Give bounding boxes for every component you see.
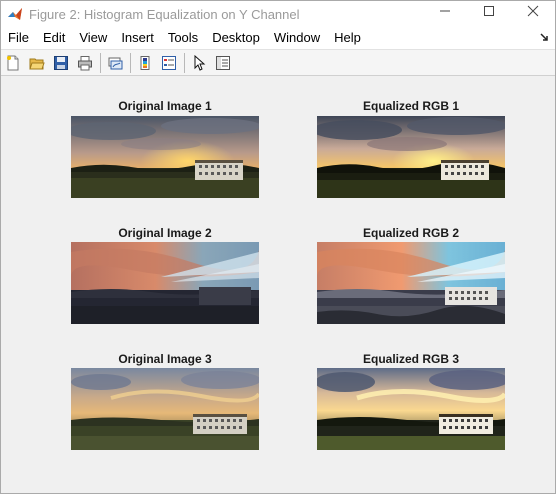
- image-content: [71, 368, 259, 450]
- maximize-icon: [484, 6, 494, 16]
- menu-tools[interactable]: Tools: [162, 27, 204, 49]
- insert-colorbar-button[interactable]: [135, 53, 155, 73]
- subplot-title: Equalized RGB 3: [362, 352, 460, 366]
- dock-figure-icon[interactable]: [539, 32, 549, 42]
- window-controls: [423, 1, 555, 27]
- link-plot-icon: [108, 57, 123, 69]
- open-file-icon: [29, 58, 45, 69]
- equalized-image-2[interactable]: [317, 242, 505, 324]
- close-icon: [527, 5, 539, 17]
- property-inspector-icon: [216, 55, 230, 70]
- image-content: [71, 116, 259, 198]
- subplot-title: Original Image 2: [118, 226, 212, 240]
- subplot-title: Equalized RGB 1: [362, 99, 460, 113]
- image-content: [317, 116, 505, 198]
- new-figure-button[interactable]: [3, 53, 23, 73]
- toolbar-separator: [100, 52, 101, 73]
- title-bar: Figure 2: Histogram Equalization on Y Ch…: [1, 1, 555, 27]
- figure-canvas: Original Image 1 Equalized RGB 1 Origina…: [1, 77, 555, 493]
- minimize-icon: [440, 10, 450, 12]
- menu-bar: File Edit View Insert Tools Desktop Wind…: [1, 27, 555, 49]
- edit-plot-button[interactable]: [189, 53, 209, 73]
- original-image-2[interactable]: [71, 242, 259, 324]
- menu-desktop[interactable]: Desktop: [206, 27, 266, 49]
- legend-icon: [162, 55, 176, 70]
- pointer-icon: [194, 54, 206, 71]
- minimize-button[interactable]: [423, 1, 467, 21]
- property-inspector-button[interactable]: [213, 53, 233, 73]
- image-content: [317, 242, 505, 324]
- menu-help[interactable]: Help: [328, 27, 367, 49]
- save-icon: [54, 55, 68, 70]
- save-button[interactable]: [51, 53, 71, 73]
- image-content: [317, 368, 505, 450]
- menu-file[interactable]: File: [2, 27, 35, 49]
- window-title: Figure 2: Histogram Equalization on Y Ch…: [29, 6, 300, 22]
- figure-toolbar: [1, 49, 555, 76]
- menu-edit[interactable]: Edit: [37, 27, 71, 49]
- maximize-button[interactable]: [467, 1, 511, 21]
- equalized-image-3[interactable]: [317, 368, 505, 450]
- menu-view[interactable]: View: [73, 27, 113, 49]
- equalized-image-1[interactable]: [317, 116, 505, 198]
- original-image-1[interactable]: [71, 116, 259, 198]
- print-button[interactable]: [75, 53, 95, 73]
- colorbar-icon: [140, 55, 150, 70]
- toolbar-separator: [130, 52, 131, 73]
- open-file-button[interactable]: [27, 53, 47, 73]
- original-image-3[interactable]: [71, 368, 259, 450]
- matlab-logo-icon: [8, 8, 22, 20]
- close-button[interactable]: [511, 1, 555, 21]
- subplot-title: Original Image 1: [118, 99, 212, 113]
- new-figure-icon: [7, 55, 19, 70]
- menu-insert[interactable]: Insert: [115, 27, 160, 49]
- link-plot-button[interactable]: [105, 53, 125, 73]
- image-content: [71, 242, 259, 324]
- print-icon: [78, 55, 92, 70]
- subplot-title: Original Image 3: [118, 352, 212, 366]
- subplot-title: Equalized RGB 2: [362, 226, 460, 240]
- toolbar-separator: [184, 52, 185, 73]
- figure-window: Figure 2: Histogram Equalization on Y Ch…: [0, 0, 556, 494]
- menu-window[interactable]: Window: [268, 27, 326, 49]
- insert-legend-button[interactable]: [159, 53, 179, 73]
